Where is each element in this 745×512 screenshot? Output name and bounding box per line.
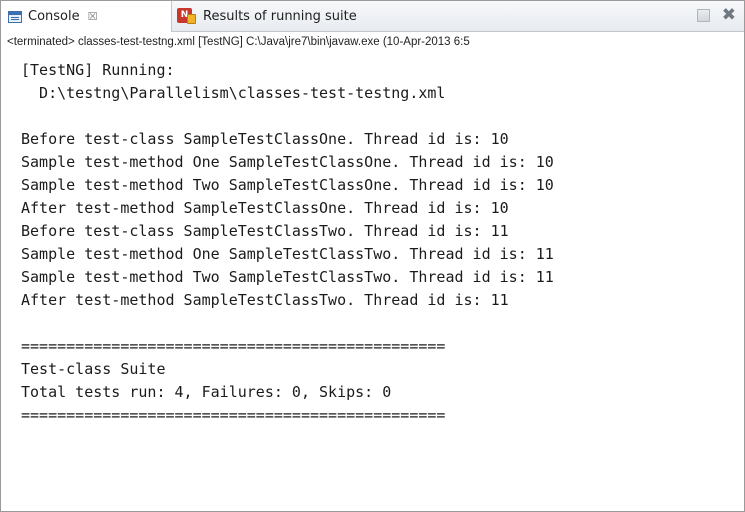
- tab-console[interactable]: Console ☒: [1, 1, 172, 32]
- console-line: After test-method SampleTestClassTwo. Th…: [21, 291, 509, 309]
- console-line: ========================================…: [21, 337, 446, 355]
- view-tab-bar: Console ☒ N Results of running suite ✖: [1, 1, 744, 32]
- console-line: Sample test-method One SampleTestClassTw…: [21, 245, 554, 263]
- testng-icon: N: [177, 7, 197, 25]
- close-icon[interactable]: ✖: [722, 7, 736, 24]
- tab-results-label: Results of running suite: [203, 8, 357, 24]
- tab-results[interactable]: N Results of running suite: [177, 1, 357, 31]
- console-output[interactable]: [TestNG] Running: D:\testng\Parallelism\…: [1, 59, 744, 511]
- console-line: Sample test-method Two SampleTestClassTw…: [21, 268, 554, 286]
- console-line: D:\testng\Parallelism\classes-test-testn…: [21, 84, 446, 102]
- console-view: Console ☒ N Results of running suite ✖ <…: [0, 0, 745, 512]
- console-line: Before test-class SampleTestClassOne. Th…: [21, 130, 509, 148]
- console-line: Total tests run: 4, Failures: 0, Skips: …: [21, 383, 392, 401]
- tab-close-icon[interactable]: ☒: [88, 10, 98, 23]
- process-status: <terminated> classes-test-testng.xml [Te…: [7, 36, 470, 48]
- console-line: Test-class Suite: [21, 360, 166, 378]
- console-line: Sample test-method Two SampleTestClassOn…: [21, 176, 554, 194]
- console-line: After test-method SampleTestClassOne. Th…: [21, 199, 509, 217]
- console-line: Before test-class SampleTestClassTwo. Th…: [21, 222, 509, 240]
- console-icon: [8, 10, 22, 23]
- console-line: Sample test-method One SampleTestClassOn…: [21, 153, 554, 171]
- tab-console-label: Console: [28, 9, 80, 24]
- minimize-icon[interactable]: [696, 8, 710, 22]
- console-line: [TestNG] Running:: [21, 61, 175, 79]
- view-controls: ✖: [696, 7, 736, 24]
- console-line: ========================================…: [21, 406, 446, 424]
